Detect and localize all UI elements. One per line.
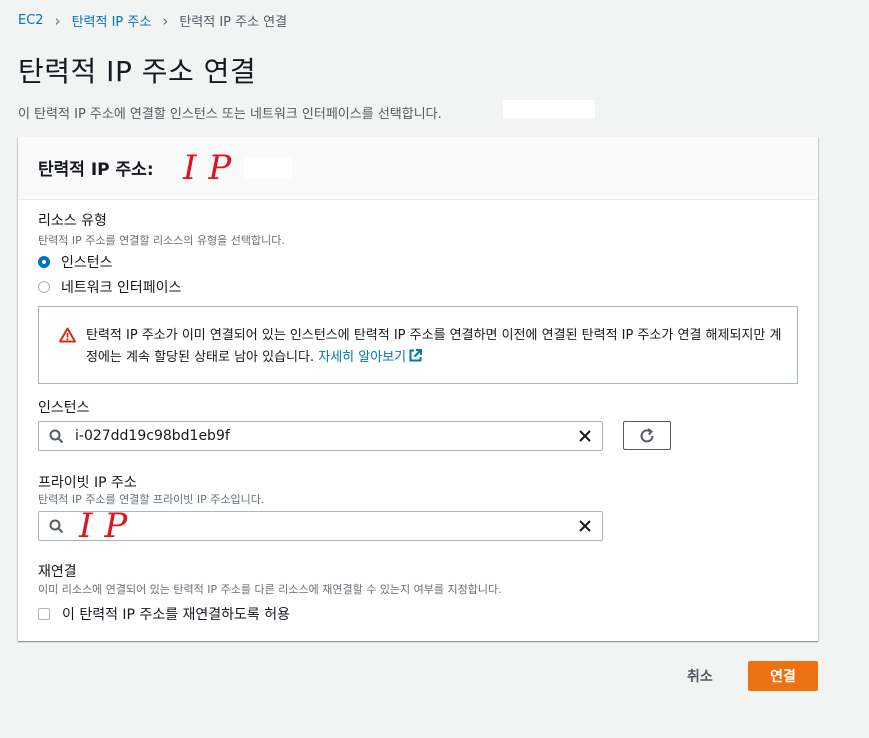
private-ip-search-input[interactable]: IP [38,506,603,546]
radio-network-interface[interactable]: 네트워크 인터페이스 [38,277,181,297]
warning-icon [59,327,76,343]
close-icon[interactable] [578,429,592,443]
breadcrumb-ec2[interactable]: EC2 [18,13,44,28]
learn-more-link[interactable]: 자세히 알아보기 [318,349,423,365]
instance-label: 인스턴스 [38,400,90,416]
breadcrumb-elastic-ip[interactable]: 탄력적 IP 주소 [72,11,152,30]
close-icon[interactable] [578,519,592,533]
reassociate-description: 이미 리소스에 연결되어 있는 탄력적 IP 주소를 다른 리소스에 재연결할 … [38,583,502,596]
reassociate-checkbox[interactable]: 이 탄력적 IP 주소를 재연결하도록 허용 [38,604,290,624]
radio-unselected-icon [38,281,50,293]
external-link-icon [409,349,423,362]
reassociate-checkbox-label: 이 탄력적 IP 주소를 재연결하도록 허용 [62,607,291,623]
chevron-right-icon: › [54,11,61,30]
private-ip-label: 프라이빗 IP 주소 [38,475,137,491]
learn-more-link-label: 자세히 알아보기 [318,350,407,365]
panel-header-title: 탄력적 IP 주소: [38,160,154,180]
radio-selected-icon [38,256,50,268]
radio-instance[interactable]: 인스턴스 [38,252,113,272]
page-title: 탄력적 IP 주소 연결 [18,55,257,88]
private-ip-description: 탄력적 IP 주소를 연결할 프라이빗 IP 주소입니다. [38,493,265,506]
associate-button[interactable]: 연결 [748,661,818,691]
warning-alert: 탄력적 IP 주소가 이미 연결되어 있는 인스턴스에 탄력적 IP 주소를 연… [38,306,798,384]
associate-panel: 탄력적 IP 주소: IP 리소스 유형 탄력적 IP 주소를 연결할 리소스의… [18,137,818,641]
radio-instance-label: 인스턴스 [61,255,113,271]
cancel-button[interactable]: 취소 [687,666,713,686]
warning-text: 탄력적 IP 주소가 이미 연결되어 있는 인스턴스에 탄력적 IP 주소를 연… [86,328,782,365]
redaction-mark [244,157,292,179]
instance-value: i-027dd19c98bd1eb9f [75,428,230,444]
breadcrumb-current: 탄력적 IP 주소 연결 [179,15,288,30]
refresh-button[interactable] [623,421,671,450]
page-description: 이 탄력적 IP 주소에 연결할 인스턴스 또는 네트워크 인터페이스를 선택합… [18,107,442,122]
refresh-icon [640,427,654,442]
chevron-right-icon: › [162,11,169,30]
radio-network-interface-label: 네트워크 인터페이스 [61,280,182,296]
warning-message: 탄력적 IP 주소가 이미 연결되어 있는 인스턴스에 탄력적 IP 주소를 연… [86,325,786,369]
handwritten-annotation: IP [183,148,244,188]
checkbox-box[interactable] [38,608,50,620]
instance-search-input[interactable]: i-027dd19c98bd1eb9f [38,421,603,451]
resource-type-description: 탄력적 IP 주소를 연결할 리소스의 유형을 선택합니다. [38,234,285,247]
search-icon [49,519,64,534]
search-icon [49,429,64,444]
resource-type-label: 리소스 유형 [38,213,107,229]
reassociate-label: 재연결 [38,564,77,580]
handwritten-annotation: IP [79,506,140,546]
redaction-mark [503,100,595,118]
breadcrumb: EC2 › 탄력적 IP 주소 › 탄력적 IP 주소 연결 [18,11,288,31]
panel-header: 탄력적 IP 주소: IP [18,137,818,200]
